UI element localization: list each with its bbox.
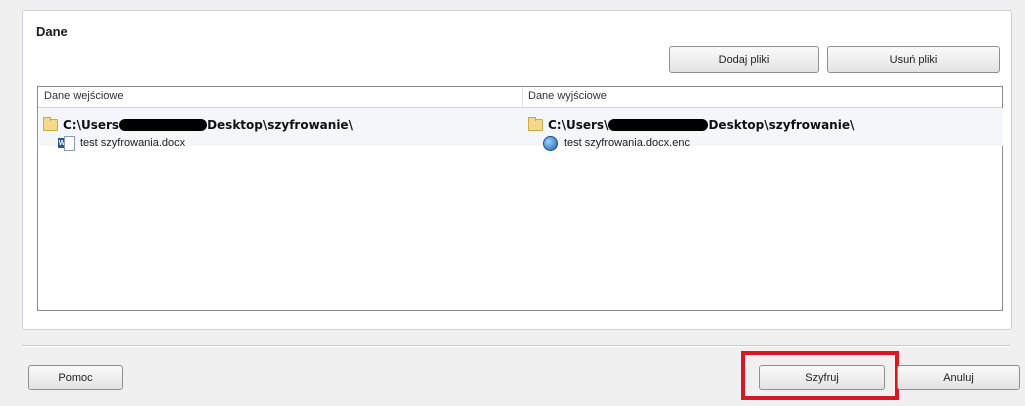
folder-icon	[43, 117, 58, 131]
input-file-name: test szyfrowania.docx	[80, 137, 186, 149]
data-group-title: Dane	[36, 24, 68, 39]
files-list-header: Dane wejściowe Dane wyjściowe	[38, 87, 1002, 108]
add-files-button[interactable]: Dodaj pliki	[669, 46, 819, 73]
files-list[interactable]: Dane wejściowe Dane wyjściowe C:\Users D…	[37, 86, 1003, 311]
encrypt-button-highlight-frame	[741, 351, 899, 400]
column-separator[interactable]	[522, 87, 523, 107]
encrypted-file-icon	[543, 135, 558, 151]
output-folder-path-end: Desktop\szyfrowanie\	[708, 118, 855, 132]
input-folder-path-end: Desktop\szyfrowanie\	[207, 118, 353, 132]
footer-divider-highlight	[22, 346, 1010, 347]
folder-icon	[528, 117, 543, 131]
output-folder-path-start: C:\Users\	[548, 118, 609, 132]
output-file-row[interactable]: test szyfrowania.docx.enc	[543, 134, 690, 152]
column-header-input[interactable]: Dane wejściowe	[44, 90, 123, 102]
remove-files-button[interactable]: Usuń pliki	[827, 46, 1000, 73]
redacted-username	[608, 119, 709, 131]
output-file-name: test szyfrowania.docx.enc	[564, 137, 690, 149]
redacted-username	[119, 119, 208, 131]
help-button[interactable]: Pomoc	[28, 365, 123, 390]
cancel-button[interactable]: Anuluj	[897, 365, 1020, 390]
input-folder-path-start: C:\Users	[63, 118, 120, 132]
output-folder-row[interactable]: C:\Users\ Desktop\szyfrowanie\	[528, 116, 854, 134]
column-header-output[interactable]: Dane wyjściowe	[528, 90, 607, 102]
input-file-row[interactable]: W test szyfrowania.docx	[58, 134, 185, 152]
word-document-icon: W	[58, 136, 75, 151]
input-folder-row[interactable]: C:\Users Desktop\szyfrowanie\	[43, 116, 353, 134]
